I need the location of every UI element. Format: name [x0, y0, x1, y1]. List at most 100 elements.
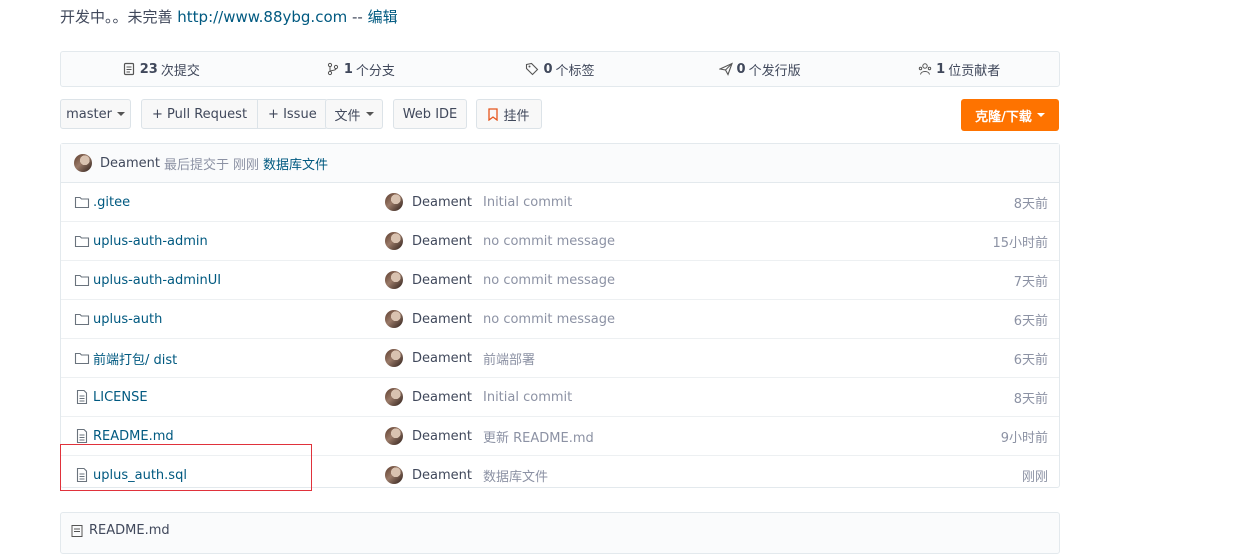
table-row: uplus-auth-admin Deament no commit messa…	[61, 222, 1059, 261]
branch-select[interactable]: master	[60, 99, 131, 129]
commit-message[interactable]: Initial commit	[483, 195, 572, 210]
commit-author[interactable]: Deament	[385, 349, 472, 367]
bookmark-icon	[488, 107, 499, 121]
commit-author-name: Deament	[412, 467, 472, 483]
file-name: uplus-auth-adminUI	[93, 272, 222, 288]
commit-author[interactable]: Deament	[385, 271, 472, 289]
pr-issue-group: + Pull Request + Issue	[141, 99, 328, 129]
file-name: README.md	[93, 428, 174, 444]
file-entry-link[interactable]: uplus-auth	[74, 311, 162, 327]
table-row: uplus-auth-adminUI Deament no commit mes…	[61, 261, 1059, 300]
commit-message[interactable]: 数据库文件	[483, 466, 548, 485]
commit-time: 6天前	[1013, 352, 1048, 368]
commit-author[interactable]: Deament	[385, 388, 472, 406]
commit-time: 8天前	[1013, 196, 1048, 212]
file-tree: Deament 最后提交于 刚刚 数据库文件 .gitee Deament In…	[60, 143, 1060, 488]
repo-description: 开发中。。未完善 http://www.88ybg.com -- 编辑	[60, 6, 398, 27]
stat-contributors[interactable]: 1 位贡献者	[859, 52, 1059, 86]
avatar	[385, 310, 403, 328]
commit-message[interactable]: 前端部署	[483, 349, 535, 368]
web-ide-label: Web IDE	[402, 106, 458, 122]
repo-toolbar: master + Pull Request + Issue 文件 Web IDE…	[60, 99, 1059, 131]
commit-time: 15小时前	[992, 235, 1048, 251]
clone-download-button[interactable]: 克隆/下载	[961, 99, 1059, 131]
commit-author[interactable]: Deament	[385, 466, 472, 484]
file-entry-link[interactable]: LICENSE	[74, 389, 148, 405]
folder-icon	[74, 272, 90, 288]
folder-icon	[74, 311, 90, 327]
branch-select-label: master	[66, 106, 112, 122]
stat-branches-count: 1	[343, 61, 353, 77]
commit-message[interactable]: no commit message	[483, 312, 615, 327]
readme-icon	[70, 523, 84, 537]
file-entry-link[interactable]: .gitee	[74, 194, 130, 210]
avatar	[385, 193, 403, 211]
last-commit-bar: Deament 最后提交于 刚刚 数据库文件	[61, 144, 1059, 183]
stat-tags-label: 个标签	[555, 63, 595, 79]
stat-branches[interactable]: 1 个分支	[261, 52, 461, 86]
folder-icon	[74, 233, 90, 249]
file-entry-link[interactable]: README.md	[74, 428, 174, 444]
file-entry-link[interactable]: uplus_auth.sql	[74, 467, 187, 483]
commit-author[interactable]: Deament	[385, 232, 472, 250]
stat-commits[interactable]: 23 次提交	[61, 52, 261, 86]
commit-message[interactable]: no commit message	[483, 273, 615, 288]
description-separator: --	[347, 8, 368, 26]
table-row: uplus_auth.sql Deament 数据库文件 刚刚	[61, 456, 1059, 494]
stat-commits-count: 23	[139, 61, 158, 77]
branch-icon	[326, 62, 340, 76]
last-commit-author[interactable]: Deament	[100, 156, 160, 171]
stat-releases[interactable]: 0 个发行版	[660, 52, 860, 86]
avatar	[385, 427, 403, 445]
file-name: .gitee	[93, 194, 131, 210]
pendant-label: 挂件	[503, 108, 530, 124]
commit-time: 6天前	[1013, 313, 1048, 329]
new-pull-request-button[interactable]: + Pull Request	[142, 100, 257, 128]
file-icon	[74, 428, 90, 444]
new-issue-button[interactable]: + Issue	[257, 100, 327, 128]
avatar	[385, 466, 403, 484]
pendant-button[interactable]: 挂件	[476, 99, 542, 129]
last-commit-prefix: 最后提交于	[163, 157, 229, 173]
homepage-link[interactable]: http://www.88ybg.com	[177, 8, 347, 26]
readme-panel: README.md	[60, 512, 1060, 554]
commit-time: 刚刚	[1021, 469, 1048, 485]
last-commit-message[interactable]: 数据库文件	[263, 154, 328, 173]
table-row: LICENSE Deament Initial commit 8天前	[61, 378, 1059, 417]
commit-message[interactable]: no commit message	[483, 234, 615, 249]
commit-author[interactable]: Deament	[385, 193, 472, 211]
file-entry-link[interactable]: uplus-auth-admin	[74, 233, 208, 249]
stat-contributors-count: 1	[936, 61, 946, 77]
stat-releases-label: 个发行版	[748, 63, 801, 79]
stat-tags[interactable]: 0 个标签	[460, 52, 660, 86]
web-ide-button[interactable]: Web IDE	[393, 99, 467, 129]
commit-author-name: Deament	[412, 194, 472, 210]
file-entry-link[interactable]: uplus-auth-adminUI	[74, 272, 221, 288]
file-name: uplus-auth-admin	[93, 233, 208, 249]
commit-author-name: Deament	[412, 233, 472, 249]
file-menu-button[interactable]: 文件	[325, 99, 383, 129]
commit-author[interactable]: Deament	[385, 427, 472, 445]
edit-description-link[interactable]: 编辑	[368, 8, 398, 26]
commit-author-name: Deament	[412, 272, 472, 288]
stat-branches-label: 个分支	[355, 63, 395, 79]
chevron-down-icon	[116, 112, 125, 116]
clone-download-label: 克隆/下载	[975, 109, 1032, 125]
commit-time: 8天前	[1013, 391, 1048, 407]
avatar[interactable]	[74, 154, 92, 172]
file-menu-label: 文件	[334, 108, 361, 124]
commit-message[interactable]: 更新 README.md	[483, 427, 594, 446]
stat-contributors-label: 位贡献者	[948, 63, 1001, 79]
commit-author[interactable]: Deament	[385, 310, 472, 328]
avatar	[385, 232, 403, 250]
table-row: uplus-auth Deament no commit message 6天前	[61, 300, 1059, 339]
file-icon	[74, 467, 90, 483]
commit-time: 9小时前	[1000, 430, 1048, 446]
stat-releases-count: 0	[736, 61, 746, 77]
file-entry-link[interactable]: 前端打包/ dist	[74, 349, 177, 368]
file-name: uplus-auth	[93, 311, 163, 327]
repo-stats-bar: 23 次提交 1 个分支 0 个标签 0 个发行版 1 位贡献者	[60, 51, 1060, 87]
commit-author-name: Deament	[412, 428, 472, 444]
commit-message[interactable]: Initial commit	[483, 390, 572, 405]
readme-title: README.md	[89, 523, 170, 538]
